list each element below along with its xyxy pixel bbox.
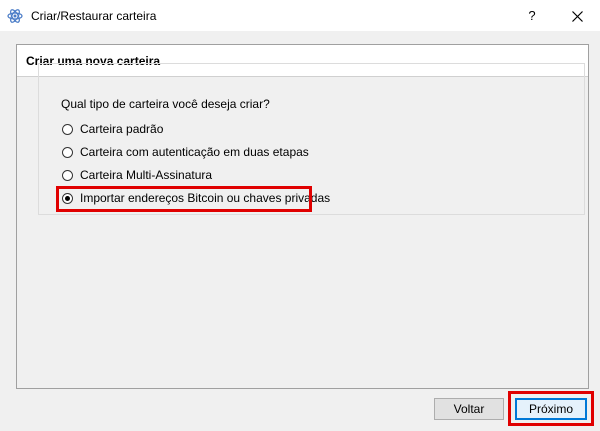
radio-label: Carteira Multi-Assinatura: [80, 168, 213, 182]
help-button[interactable]: ?: [517, 4, 547, 28]
radio-multisig-wallet[interactable]: Carteira Multi-Assinatura: [62, 166, 212, 184]
title-bar: Criar/Restaurar carteira ?: [0, 0, 600, 31]
window-title: Criar/Restaurar carteira: [31, 9, 157, 23]
back-button[interactable]: Voltar: [434, 398, 504, 420]
electrum-logo-icon: [7, 9, 23, 23]
close-icon: [571, 11, 583, 23]
radio-label: Carteira padrão: [80, 122, 164, 136]
groupbox-title: Qual tipo de carteira você deseja criar?: [59, 97, 272, 111]
highlight-box-import-option: [56, 186, 312, 212]
highlight-box-next-button: [508, 391, 594, 426]
radio-label: Carteira com autenticação em duas etapas: [80, 145, 309, 159]
close-button[interactable]: [562, 4, 592, 28]
radio-button[interactable]: [62, 123, 73, 135]
radio-button[interactable]: [62, 169, 73, 181]
radio-standard-wallet[interactable]: Carteira padrão: [62, 120, 163, 138]
radio-button[interactable]: [62, 146, 73, 158]
radio-2fa-wallet[interactable]: Carteira com autenticação em duas etapas: [62, 143, 309, 161]
